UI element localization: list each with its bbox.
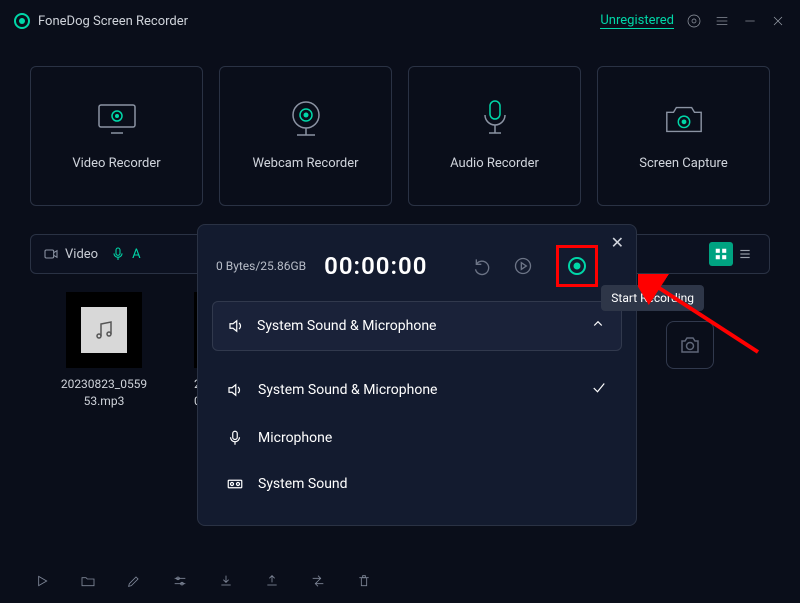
option-label: System Sound — [258, 476, 348, 492]
microphone-icon — [226, 429, 244, 447]
card-label: Audio Recorder — [450, 156, 539, 171]
selected-source-label: System Sound & Microphone — [257, 318, 436, 334]
option-microphone[interactable]: Microphone — [212, 415, 622, 461]
tab-label: A — [132, 247, 140, 262]
storage-text: 0 Bytes/25.86GB — [216, 259, 306, 273]
snapshot-button[interactable] — [666, 321, 714, 369]
option-label: Microphone — [258, 430, 332, 446]
audio-source-dropdown: System Sound & Microphone Microphone Sys… — [212, 361, 622, 511]
undo-icon[interactable] — [472, 255, 494, 277]
audio-source-select[interactable]: System Sound & Microphone — [212, 301, 622, 351]
screen-capture-card[interactable]: Screen Capture — [597, 66, 770, 206]
webcam-icon — [285, 102, 327, 136]
option-label: System Sound & Microphone — [258, 382, 437, 398]
monitor-icon — [96, 102, 138, 136]
settings-gear-icon[interactable] — [686, 13, 702, 29]
record-icon — [568, 257, 586, 275]
minimize-icon[interactable] — [742, 13, 758, 29]
timer-text: 00:00:00 — [324, 252, 427, 280]
import-icon[interactable] — [218, 573, 234, 589]
file-thumb[interactable]: 20230823_0559 53.mp3 — [44, 292, 164, 411]
card-label: Screen Capture — [639, 156, 727, 171]
tab-audio[interactable]: A — [110, 246, 140, 262]
app-logo-icon — [14, 13, 30, 29]
video-recorder-card[interactable]: Video Recorder — [30, 66, 203, 206]
popup-status-row: 0 Bytes/25.86GB 00:00:00 — [198, 225, 636, 301]
speaker-icon — [226, 381, 244, 399]
recorder-popup: ✕ 0 Bytes/25.86GB 00:00:00 Start Recordi… — [197, 224, 637, 526]
view-toggle — [709, 242, 757, 266]
registration-status-link[interactable]: Unregistered — [600, 13, 674, 29]
titlebar: FoneDog Screen Recorder Unregistered — [0, 0, 800, 42]
check-icon — [590, 379, 608, 401]
microphone-icon — [474, 102, 516, 136]
record-button[interactable] — [556, 245, 598, 287]
card-label: Video Recorder — [72, 156, 160, 171]
convert-icon[interactable] — [310, 573, 326, 589]
folder-icon[interactable] — [80, 573, 96, 589]
export-icon[interactable] — [264, 573, 280, 589]
audio-file-icon — [66, 292, 142, 368]
sliders-icon[interactable] — [172, 573, 188, 589]
bottom-toolbar — [0, 559, 800, 603]
file-name: 20230823_0559 53.mp3 — [44, 376, 164, 411]
edit-icon[interactable] — [126, 573, 142, 589]
tooltip: Start Recording — [601, 285, 704, 311]
play-icon[interactable] — [34, 573, 50, 589]
app-title: FoneDog Screen Recorder — [38, 14, 188, 29]
option-system-and-mic[interactable]: System Sound & Microphone — [212, 365, 622, 415]
speaker-icon — [227, 317, 245, 335]
camera-icon — [663, 102, 705, 136]
grid-view-button[interactable] — [709, 242, 733, 266]
play-circle-icon[interactable] — [512, 255, 534, 277]
trash-icon[interactable] — [356, 573, 372, 589]
close-icon[interactable] — [770, 13, 786, 29]
webcam-recorder-card[interactable]: Webcam Recorder — [219, 66, 392, 206]
menu-icon[interactable] — [714, 13, 730, 29]
option-system-sound[interactable]: System Sound — [212, 461, 622, 507]
tab-video[interactable]: Video — [43, 246, 98, 262]
card-label: Webcam Recorder — [252, 156, 358, 171]
chevron-up-icon — [589, 315, 607, 337]
title-left: FoneDog Screen Recorder — [14, 13, 188, 29]
audio-recorder-card[interactable]: Audio Recorder — [408, 66, 581, 206]
title-right: Unregistered — [600, 13, 786, 29]
list-view-button[interactable] — [733, 242, 757, 266]
system-sound-icon — [226, 475, 244, 493]
popup-close-icon[interactable]: ✕ — [611, 233, 624, 252]
feature-cards: Video Recorder Webcam Recorder Audio Rec… — [0, 42, 800, 220]
tab-label: Video — [65, 247, 98, 262]
